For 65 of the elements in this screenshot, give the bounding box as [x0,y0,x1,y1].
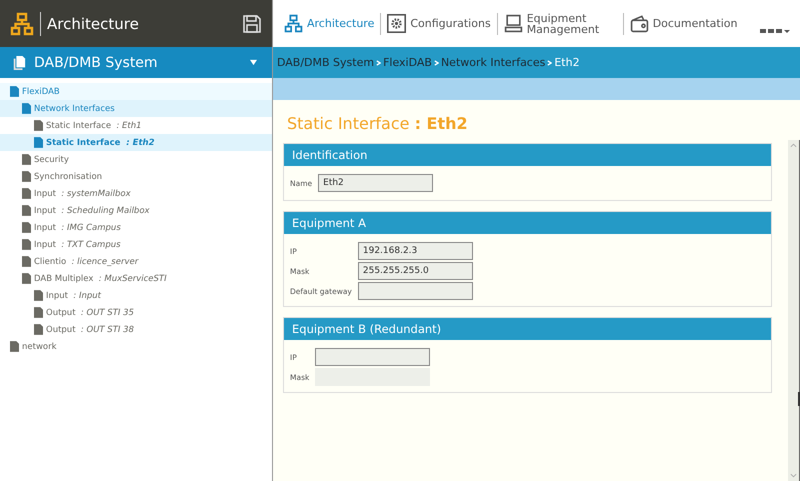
system-title: DAB/DMB System [34,54,159,70]
document-icon [22,256,31,267]
breadcrumb-link[interactable]: Network Interfaces [440,56,546,69]
tree-item[interactable]: Input : systemMailbox [34,188,131,198]
tree-item[interactable]: Output : OUT STI 38 [46,324,134,334]
document-icon [22,154,31,165]
chevron-icon [376,60,382,66]
scroll-down-icon[interactable] [790,473,797,478]
document-icon [22,273,31,284]
document-icon [22,205,31,216]
nav-tab[interactable]: Architecture [281,14,378,33]
document-icon [34,120,43,131]
input-field[interactable] [358,282,473,300]
breadcrumb-link[interactable]: FlexiDAB [383,56,432,69]
chevron-icon [547,60,552,66]
nav-tab[interactable]: Configurations [384,14,494,33]
document-icon [10,341,19,352]
computer-icon [504,14,523,33]
scroll-up-icon[interactable] [790,143,797,148]
tree-item[interactable]: Input : Input [46,290,101,300]
nav-tab[interactable]: Equipment Management [500,12,620,34]
save-icon[interactable] [242,14,262,34]
input-field[interactable]: 255.255.255.0 [358,262,473,280]
tree-item[interactable]: Network Interfaces [34,104,115,114]
document-icon [22,188,31,199]
tree-item[interactable]: Output : OUT STI 35 [46,308,134,318]
input-field[interactable]: Eth2 [318,174,434,192]
page-title: Static Interface : Eth2 [287,114,469,133]
network-icon [284,14,303,33]
input-field[interactable]: 192.168.2.3 [358,242,473,260]
tree-item[interactable]: Input : TXT Campus [34,240,121,250]
document-icon [22,222,31,233]
gear-icon [387,14,406,33]
tree-item[interactable]: Static Interface : Eth1 [46,120,142,130]
document-icon [34,324,43,335]
tree-item[interactable]: Synchronisation [34,172,102,182]
tree-item[interactable]: network [22,342,57,352]
app-title: Architecture [47,14,140,32]
panel-title: Equipment A [284,212,771,234]
more-icon[interactable] [760,26,790,34]
tree-item[interactable]: Security [34,154,69,164]
wallet-icon [630,14,649,33]
tree-item[interactable]: Input : IMG Campus [34,222,121,232]
document-icon [22,171,31,182]
nav-tab[interactable]: Documentation [626,14,740,33]
document-icon [34,307,43,318]
tree-item[interactable]: Clientio : licence_server [34,256,138,266]
documents-icon [12,54,26,70]
dropdown-icon[interactable] [249,59,258,66]
panel-title: Equipment B (Redundant) [284,318,771,340]
document-icon [22,239,31,250]
tree-item[interactable]: FlexiDAB [22,86,60,96]
input-field[interactable] [315,348,430,366]
document-icon [34,137,43,148]
tree-item[interactable]: DAB Multiplex : MuxServiceSTI [34,274,167,284]
network-icon [10,12,34,36]
document-icon [10,86,19,97]
breadcrumb-link[interactable]: DAB/DMB System [277,56,374,69]
scrollbar[interactable] [788,140,800,481]
chevron-icon [434,60,439,66]
breadcrumb-link[interactable]: Eth2 [554,56,580,69]
tree-item[interactable]: Input : Scheduling Mailbox [34,206,150,216]
document-icon [34,290,43,301]
document-icon [22,103,31,114]
panel-title: Identification [284,144,771,166]
